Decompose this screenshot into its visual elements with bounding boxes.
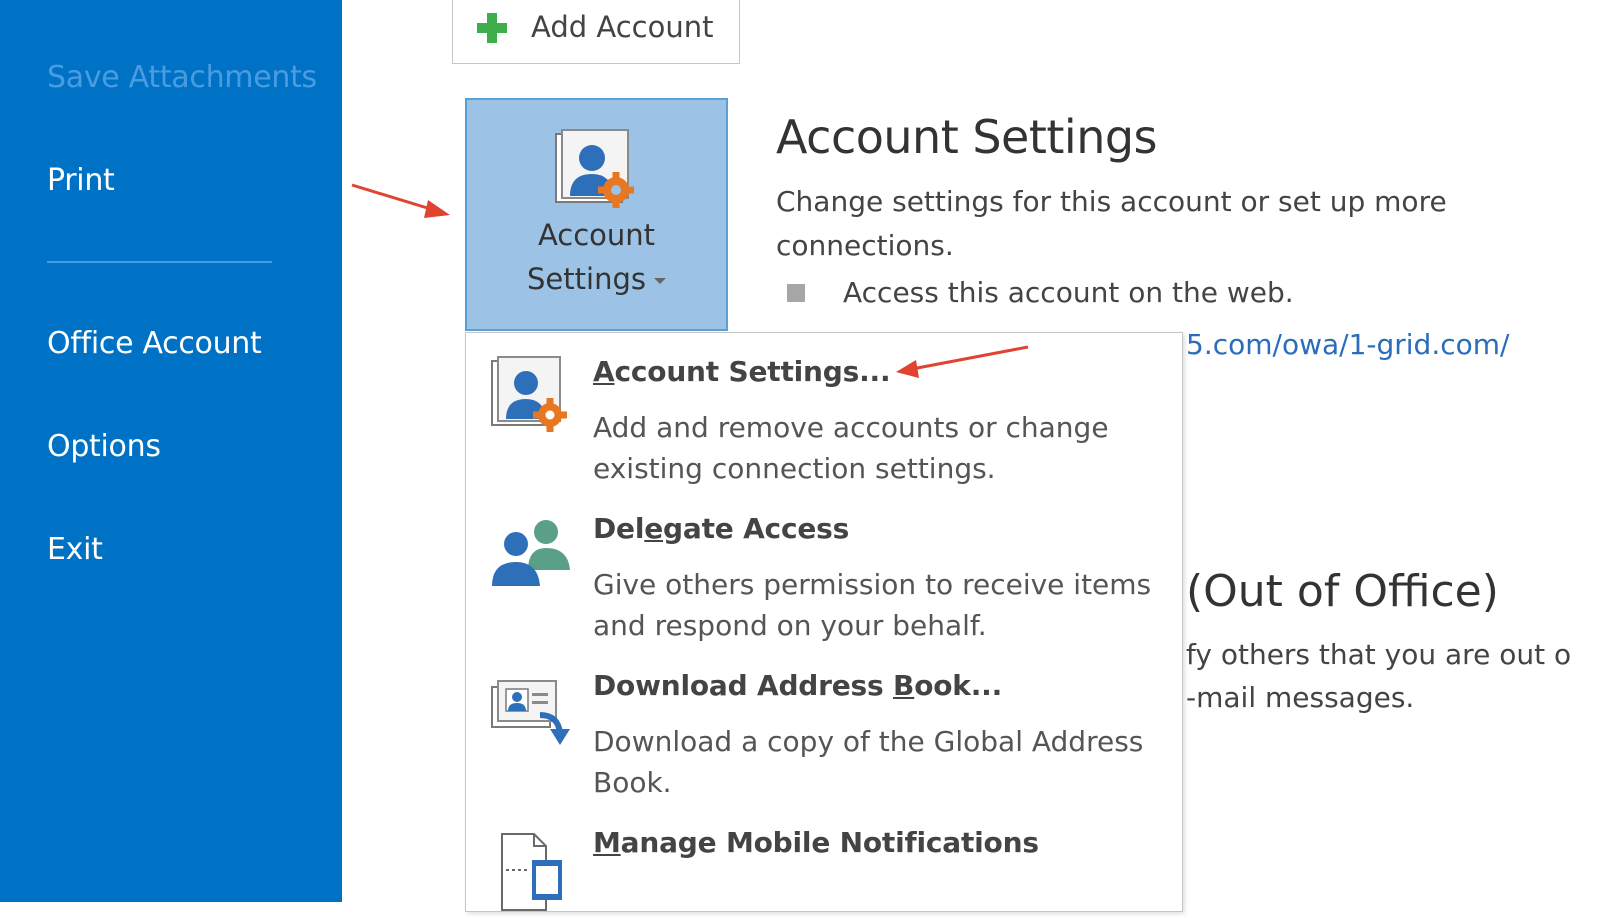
menu-item-title: Delegate Access xyxy=(593,512,850,545)
bullet-access-web: Access this account on the web. xyxy=(843,276,1294,309)
menu-item-title: Download Address Book... xyxy=(593,669,1003,702)
backstage-sidebar: Save Attachments Print Office Account Op… xyxy=(0,0,342,902)
add-account-button[interactable]: Add Account xyxy=(452,0,740,64)
sidebar-item-print[interactable]: Print xyxy=(47,163,115,198)
section-title-out-of-office: (Out of Office) xyxy=(1186,566,1499,617)
address-book-download-icon xyxy=(491,680,570,745)
bullet-icon xyxy=(787,284,805,302)
add-account-label: Add Account xyxy=(531,10,714,44)
menu-item-description: Add and remove accounts or change existi… xyxy=(593,411,1109,485)
out-of-office-description-1: fy others that you are out o xyxy=(1186,638,1572,671)
out-of-office-description-2: -mail messages. xyxy=(1186,681,1415,714)
account-settings-button[interactable]: Account Settings xyxy=(465,98,728,331)
mobile-notifications-icon xyxy=(501,833,562,911)
menu-item-title: Manage Mobile Notifications xyxy=(593,826,1039,859)
owa-link[interactable]: 5.com/owa/1-grid.com/ xyxy=(1186,328,1509,361)
plus-icon xyxy=(477,13,507,43)
sidebar-item-options[interactable]: Options xyxy=(47,429,161,464)
arrow-icon xyxy=(351,183,450,218)
delegate-icon xyxy=(492,520,570,586)
menu-item-delegate-access[interactable]: Delegate Access Give others permission t… xyxy=(466,500,1182,650)
account-settings-button-label-1: Account xyxy=(537,218,656,252)
menu-item-description: Download a copy of the Global Address Bo… xyxy=(593,725,1144,799)
account-settings-button-label-2: Settings xyxy=(467,262,726,296)
sidebar-item-save-attachments: Save Attachments xyxy=(47,60,317,95)
sidebar-divider xyxy=(47,261,272,263)
menu-item-description: Give others permission to receive items … xyxy=(593,568,1152,642)
menu-item-title: Account Settings... xyxy=(593,355,891,388)
sidebar-item-office-account[interactable]: Office Account xyxy=(47,326,262,361)
sidebar-item-exit[interactable]: Exit xyxy=(47,532,103,567)
section-title-account-settings: Account Settings xyxy=(776,110,1158,164)
account-settings-icon xyxy=(555,129,634,208)
account-settings-dropdown: Account Settings... Add and remove accou… xyxy=(465,332,1183,912)
chevron-down-icon xyxy=(653,278,666,284)
section-description: Change settings for this account or set … xyxy=(776,185,1447,262)
menu-item-manage-mobile-notifications[interactable]: Manage Mobile Notifications xyxy=(466,814,1182,914)
menu-item-account-settings[interactable]: Account Settings... Add and remove accou… xyxy=(466,343,1182,493)
menu-item-download-address-book[interactable]: Download Address Book... Download a copy… xyxy=(466,657,1182,807)
account-settings-icon xyxy=(491,356,567,432)
